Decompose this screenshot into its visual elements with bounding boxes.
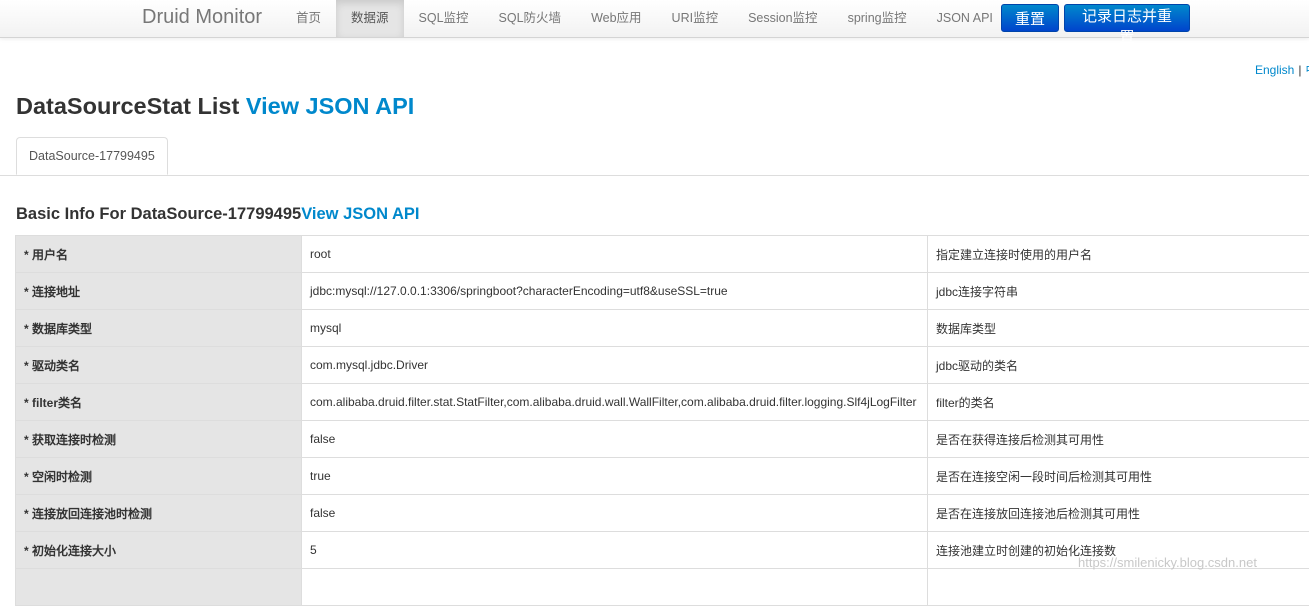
row-value: root	[302, 236, 928, 273]
section-title: Basic Info For DataSource-17799495View J…	[16, 205, 420, 224]
datasource-tabs: DataSource-17799495	[0, 137, 1309, 176]
row-value	[302, 569, 928, 606]
row-description: 是否在连接放回连接池后检测其可用性	[928, 495, 1309, 532]
row-value: mysql	[302, 310, 928, 347]
row-label	[16, 569, 302, 606]
row-description	[928, 569, 1309, 606]
lang-separator: |	[1298, 63, 1301, 77]
page-title: DataSourceStat List View JSON API	[16, 93, 414, 120]
table-row: * filter类名 com.alibaba.druid.filter.stat…	[16, 384, 1309, 421]
section-json-api-link[interactable]: View JSON API	[301, 205, 419, 223]
nav-item-sql-firewall[interactable]: SQL防火墙	[484, 0, 577, 37]
row-label: * 数据库类型	[16, 310, 302, 347]
main-nav: 首页 数据源 SQL监控 SQL防火墙 Web应用 URI监控 Session监…	[281, 0, 1008, 37]
row-label: * 用户名	[16, 236, 302, 273]
reset-button[interactable]: 重置	[1001, 4, 1059, 32]
table-row: * 数据库类型 mysql 数据库类型	[16, 310, 1309, 347]
table-row: * 空闲时检测 true 是否在连接空闲一段时间后检测其可用性	[16, 458, 1309, 495]
row-value: true	[302, 458, 928, 495]
table-row: * 连接地址 jdbc:mysql://127.0.0.1:3306/sprin…	[16, 273, 1309, 310]
row-label: * 连接放回连接池时检测	[16, 495, 302, 532]
row-value: false	[302, 421, 928, 458]
page-title-text: DataSourceStat List	[16, 93, 246, 119]
row-label: * 获取连接时检测	[16, 421, 302, 458]
page-json-api-link[interactable]: View JSON API	[246, 93, 414, 119]
table-row	[16, 569, 1309, 606]
table-row: * 获取连接时检测 false 是否在获得连接后检测其可用性	[16, 421, 1309, 458]
row-value: com.alibaba.druid.filter.stat.StatFilter…	[302, 384, 928, 421]
nav-item-session-monitor[interactable]: Session监控	[733, 0, 832, 37]
top-navbar: Druid Monitor 首页 数据源 SQL监控 SQL防火墙 Web应用 …	[0, 0, 1309, 38]
row-value: 5	[302, 532, 928, 569]
row-value: jdbc:mysql://127.0.0.1:3306/springboot?c…	[302, 273, 928, 310]
nav-item-datasource[interactable]: 数据源	[336, 0, 404, 37]
row-description: 是否在连接空闲一段时间后检测其可用性	[928, 458, 1309, 495]
row-label: * 驱动类名	[16, 347, 302, 384]
brand-logo[interactable]: Druid Monitor	[142, 6, 262, 29]
basic-info-table: * 用户名 root 指定建立连接时使用的用户名 * 连接地址 jdbc:mys…	[15, 235, 1309, 606]
row-description: jdbc驱动的类名	[928, 347, 1309, 384]
table-row: * 用户名 root 指定建立连接时使用的用户名	[16, 236, 1309, 273]
table-row: * 驱动类名 com.mysql.jdbc.Driver jdbc驱动的类名	[16, 347, 1309, 384]
row-label: * filter类名	[16, 384, 302, 421]
watermark: https://smilenicky.blog.csdn.net	[1078, 555, 1257, 570]
nav-item-uri-monitor[interactable]: URI监控	[657, 0, 734, 37]
row-label: * 初始化连接大小	[16, 532, 302, 569]
row-value: com.mysql.jdbc.Driver	[302, 347, 928, 384]
row-description: 指定建立连接时使用的用户名	[928, 236, 1309, 273]
lang-chinese-link[interactable]: 中文	[1305, 63, 1309, 77]
nav-item-web-app[interactable]: Web应用	[576, 0, 656, 37]
log-and-reset-button[interactable]: 记录日志并重置	[1064, 4, 1190, 32]
nav-item-sql-monitor[interactable]: SQL监控	[404, 0, 484, 37]
row-label: * 空闲时检测	[16, 458, 302, 495]
row-description: jdbc连接字符串	[928, 273, 1309, 310]
row-label: * 连接地址	[16, 273, 302, 310]
nav-item-spring-monitor[interactable]: spring监控	[833, 0, 922, 37]
language-switcher: English | 中文	[1255, 61, 1309, 78]
row-value: false	[302, 495, 928, 532]
section-title-text: Basic Info For DataSource-17799495	[16, 205, 301, 223]
row-description: 数据库类型	[928, 310, 1309, 347]
lang-english-link[interactable]: English	[1255, 63, 1294, 77]
nav-item-home[interactable]: 首页	[281, 0, 336, 37]
table-row: * 连接放回连接池时检测 false 是否在连接放回连接池后检测其可用性	[16, 495, 1309, 532]
row-description: 是否在获得连接后检测其可用性	[928, 421, 1309, 458]
nav-item-json-api[interactable]: JSON API	[922, 0, 1008, 37]
row-description: filter的类名	[928, 384, 1309, 421]
tab-datasource[interactable]: DataSource-17799495	[16, 137, 168, 175]
